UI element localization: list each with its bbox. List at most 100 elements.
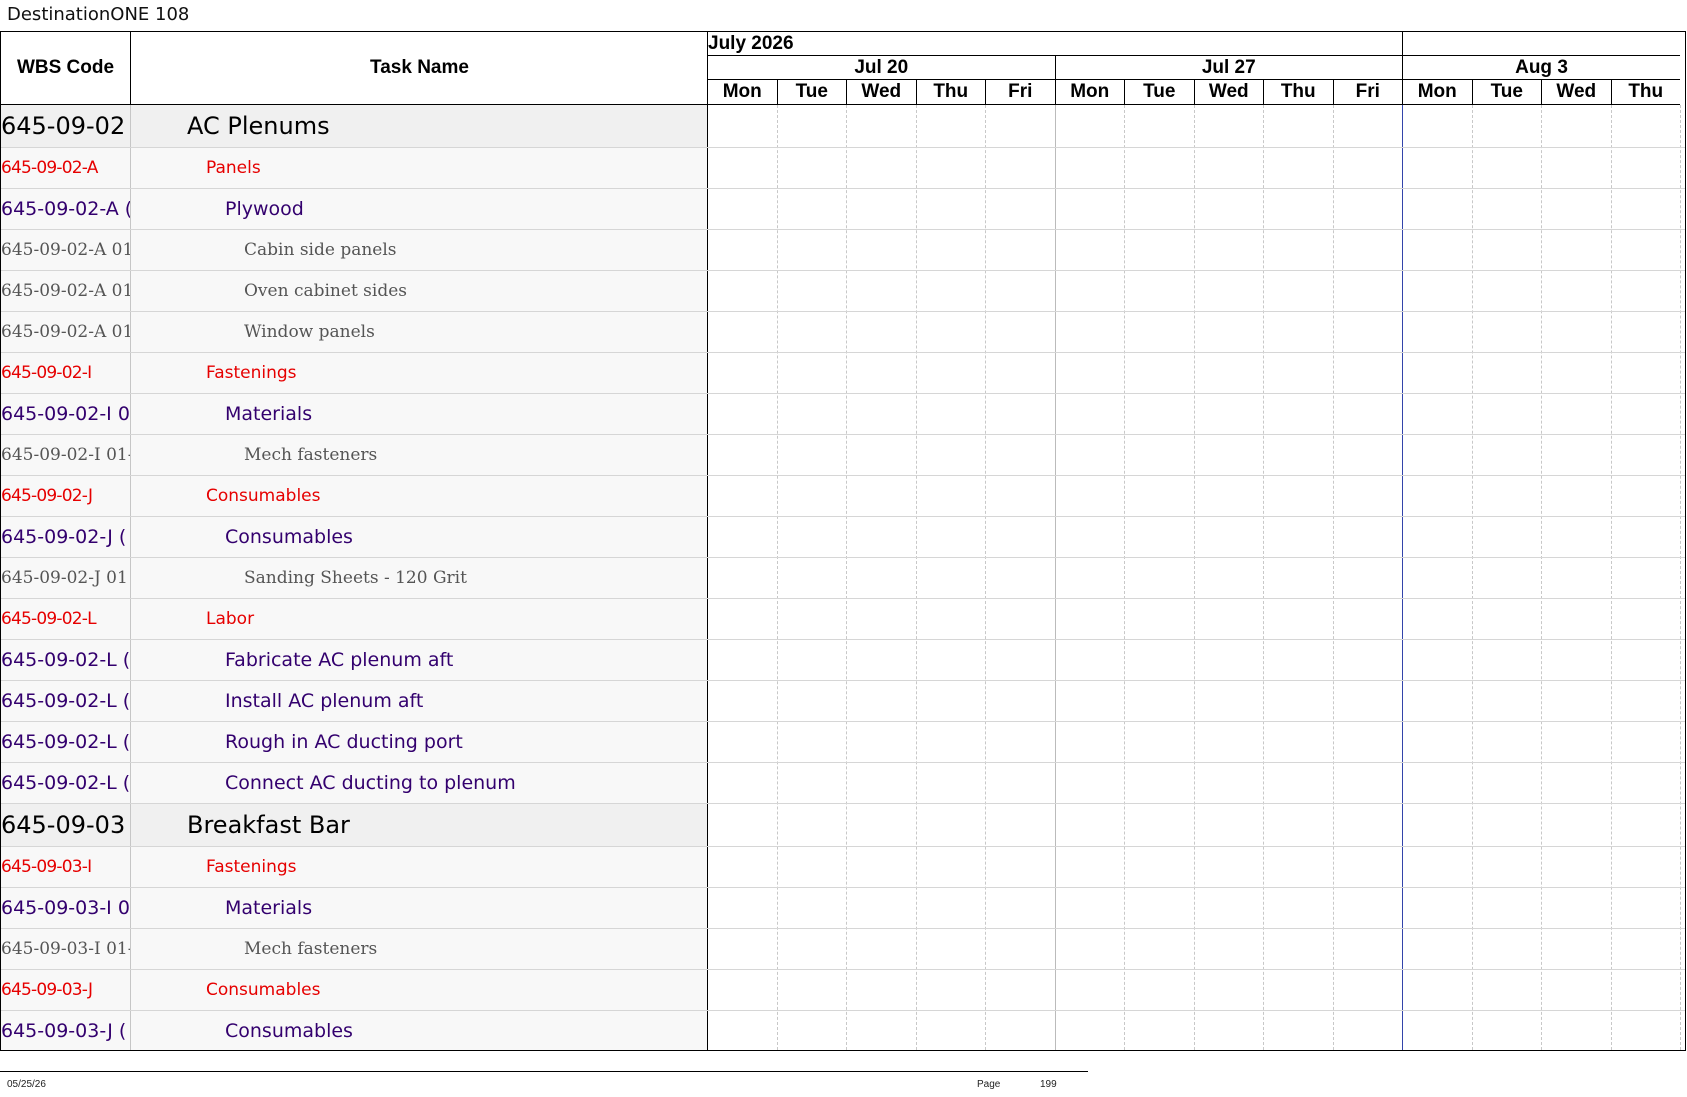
row-gridline <box>707 928 1685 929</box>
day-gridline <box>1193 105 1195 1050</box>
wbs-code-cell: 645-09-02-L ( <box>1 763 131 803</box>
day-gridline <box>1610 105 1612 1050</box>
category-row[interactable]: 645-09-02-J Consumables <box>1 476 707 517</box>
document-title: DestinationONE 108 <box>7 4 190 25</box>
footer-page-number: 199 <box>1040 1079 1057 1090</box>
subcategory-row[interactable]: 645-09-02-L ( Connect AC ducting to plenu… <box>1 763 707 804</box>
task-name-cell: Materials <box>225 403 313 425</box>
task-name-cell: AC Plenums <box>187 112 330 140</box>
day-header: Tue <box>1471 80 1541 105</box>
day-header: Fri <box>1332 80 1402 105</box>
task-name-cell: Consumables <box>225 1020 353 1042</box>
task-name-cell: Labor <box>206 609 255 629</box>
wbs-code-cell: 645-09-02-L <box>1 599 131 639</box>
wbs-code-cell: 645-09-02-A 01 <box>1 230 131 270</box>
day-header: Mon <box>1402 80 1472 105</box>
row-gridline <box>707 557 1685 558</box>
month-header <box>1402 32 1680 56</box>
item-row[interactable]: 645-09-02-J 01 Sanding Sheets - 120 Grit <box>1 558 707 599</box>
wbs-code-cell: 645-09-02-A 01 <box>1 312 131 352</box>
day-header: Fri <box>985 80 1055 105</box>
day-header: Mon <box>707 80 777 105</box>
task-name-cell: Rough in AC ducting port <box>225 731 463 753</box>
subcategory-row[interactable]: 645-09-02-L (Install AC plenum aft <box>1 681 707 722</box>
day-gridline <box>846 105 847 1050</box>
category-row[interactable]: 645-09-02-I Fastenings <box>1 353 707 394</box>
subcategory-row[interactable]: 645-09-03-J ( Consumables <box>1 1011 707 1050</box>
item-row[interactable]: 645-09-02-I 01- Mech fasteners <box>1 435 707 476</box>
row-gridline <box>707 721 1685 722</box>
task-name-cell: Mech fasteners <box>244 939 378 959</box>
week-header: Jul 27 <box>1054 56 1402 80</box>
row-gridline <box>707 846 1685 847</box>
day-header: Thu <box>1263 80 1333 105</box>
task-name-cell: Materials <box>225 897 313 919</box>
category-row[interactable]: 645-09-03-J Consumables <box>1 970 707 1011</box>
row-gridline <box>707 475 1685 476</box>
task-name-cell: Sanding Sheets - 120 Grit <box>244 568 467 588</box>
wbs-code-cell: 645-09-03-I 01- <box>1 929 131 969</box>
category-row[interactable]: 645-09-02-A Panels <box>1 148 707 189</box>
task-name-cell: Connect AC ducting to plenum <box>225 772 516 794</box>
subcategory-row[interactable]: 645-09-02-I 0 Materials <box>1 394 707 435</box>
wbs-code-cell: 645-09-03-J ( <box>1 1011 131 1050</box>
row-gridline <box>707 188 1685 189</box>
task-name-cell: Consumables <box>206 486 321 506</box>
item-row[interactable]: 645-09-02-A 01 Cabin side panels <box>1 230 707 271</box>
day-gridline <box>1332 105 1334 1050</box>
row-gridline <box>707 229 1685 230</box>
row-gridline <box>707 393 1685 394</box>
week-header: Jul 20 <box>707 56 1055 80</box>
wbs-code-cell: 645-09-02-L ( <box>1 640 131 680</box>
wbs-code-cell: 645-09-02-J 01 <box>1 558 131 598</box>
wbs-code-cell: 645-09-03-I <box>1 847 131 887</box>
subcategory-row[interactable]: 645-09-02-L ( Rough in AC ducting port <box>1 722 707 763</box>
group-row[interactable]: 645-09-02 AC Plenums <box>1 105 707 148</box>
day-header: Mon <box>1054 80 1124 105</box>
item-row[interactable]: 645-09-02-A 01 Oven cabinet sides <box>1 271 707 312</box>
day-gridline <box>1263 105 1264 1050</box>
row-gridline <box>707 639 1685 640</box>
gantt-table: WBS Code Task Name 645-09-02 AC Plenums 64… <box>0 31 1686 1051</box>
day-header: Wed <box>1193 80 1263 105</box>
day-gridline <box>1680 105 1681 1050</box>
row-gridline <box>707 352 1685 353</box>
row-gridline <box>707 887 1685 888</box>
day-gridline <box>915 105 917 1050</box>
task-name-cell: Mech fasteners <box>244 445 378 465</box>
task-name-cell: Consumables <box>206 980 321 1000</box>
subcategory-row[interactable]: 645-09-02-J ( Consumables <box>1 517 707 558</box>
wbs-code-cell: 645-09-03-J <box>1 970 131 1010</box>
wbs-code-cell: 645-09-02-J ( <box>1 517 131 557</box>
subcategory-row[interactable]: 645-09-03-I 0 Materials <box>1 888 707 929</box>
wbs-code-cell: 645-09-02-A <box>1 148 131 188</box>
group-row[interactable]: 645-09-03 Breakfast Bar <box>1 804 707 847</box>
task-name-cell: Consumables <box>225 526 353 548</box>
category-row[interactable]: 645-09-03-I Fastenings <box>1 847 707 888</box>
task-name-cell: Oven cabinet sides <box>244 281 408 301</box>
task-name-cell: Plywood <box>225 198 304 220</box>
day-header: Thu <box>1610 80 1680 105</box>
footer-date: 05/25/26 <box>7 1079 46 1090</box>
wbs-code-cell: 645-09-02-L ( <box>1 722 131 762</box>
row-gridline <box>707 1010 1685 1011</box>
day-header: Wed <box>846 80 916 105</box>
subcategory-row[interactable]: 645-09-02-A ( Plywood <box>1 189 707 230</box>
day-gridline <box>1054 105 1056 1050</box>
day-gridline <box>1402 105 1403 1050</box>
task-name-cell: Cabin side panels <box>244 240 397 260</box>
wbs-code-cell: 645-09-02-A ( <box>1 189 131 229</box>
subcategory-row[interactable]: 645-09-02-L (Fabricate AC plenum aft <box>1 640 707 681</box>
row-gridline <box>707 311 1685 312</box>
category-row[interactable]: 645-09-02-L Labor <box>1 599 707 640</box>
day-header: Wed <box>1541 80 1611 105</box>
row-gridline <box>707 270 1685 271</box>
wbs-code-cell: 645-09-02 <box>1 105 131 147</box>
day-gridline <box>1124 105 1125 1050</box>
item-row[interactable]: 645-09-02-A 01 Window panels <box>1 312 707 353</box>
wbs-code-cell: 645-09-02-I 0 <box>1 394 131 434</box>
day-gridline <box>1471 105 1473 1050</box>
footer-page-label: Page <box>977 1079 1001 1090</box>
wbs-code-cell: 645-09-02-A 01 <box>1 271 131 311</box>
item-row[interactable]: 645-09-03-I 01- Mech fasteners <box>1 929 707 970</box>
